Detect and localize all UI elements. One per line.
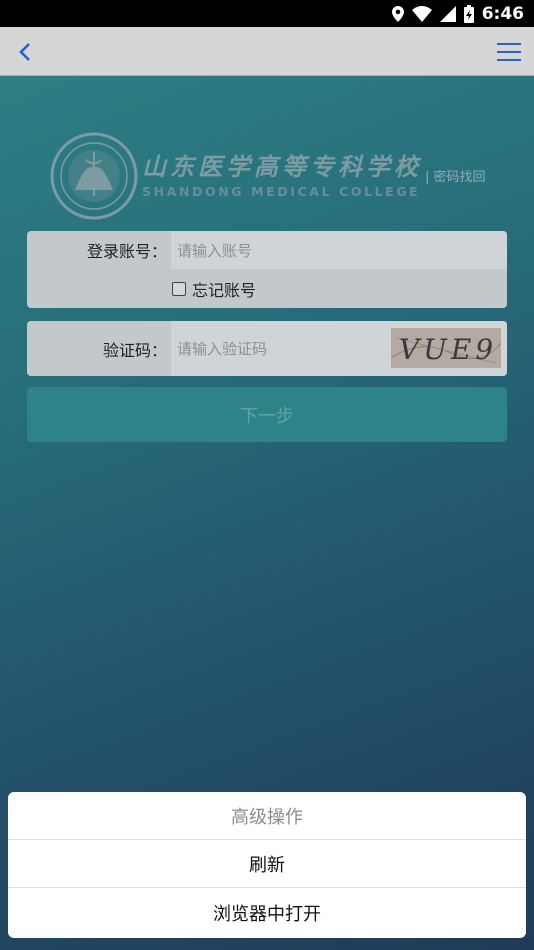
school-seal-icon <box>50 132 138 220</box>
password-recovery-link[interactable]: | 密码找回 <box>425 166 486 185</box>
chevron-left-icon <box>19 43 30 61</box>
forget-account-label: 忘记账号 <box>192 280 257 300</box>
account-card: 登录账号： 请输入账号 忘记账号 <box>27 231 507 308</box>
school-name-cn: 山东医学高等专科学校 <box>142 152 422 181</box>
next-step-button[interactable]: 下一步 <box>27 387 507 442</box>
menu-button[interactable] <box>496 39 522 65</box>
captcha-label: 验证码： <box>102 340 167 360</box>
account-input[interactable]: 请输入账号 <box>171 231 507 269</box>
action-sheet-title: 高级操作 <box>8 792 526 840</box>
forget-account-option[interactable]: 忘记账号 <box>27 269 507 308</box>
app-bar <box>0 27 534 76</box>
refresh-option[interactable]: 刷新 <box>8 840 526 888</box>
location-icon <box>391 5 404 22</box>
battery-charging-icon <box>463 4 474 23</box>
account-label: 登录账号： <box>86 242 167 261</box>
captcha-text: VUE9 <box>399 333 497 366</box>
wifi-icon <box>411 5 432 22</box>
signal-icon <box>439 5 456 22</box>
status-bar: 6:46 <box>0 0 534 27</box>
school-name-en: SHANDONG MEDICAL COLLEGE <box>142 184 421 199</box>
captcha-image[interactable]: VUE9 <box>391 328 501 368</box>
school-title-block: 山东医学高等专科学校 SHANDONG MEDICAL COLLEGE <box>142 152 422 200</box>
action-sheet: 高级操作 刷新 浏览器中打开 <box>8 792 526 938</box>
status-time: 6:46 <box>481 3 524 24</box>
captcha-card: 验证码： 请输入验证码 VUE9 <box>27 321 507 376</box>
open-in-browser-option[interactable]: 浏览器中打开 <box>8 888 526 938</box>
hamburger-menu-icon <box>497 43 521 61</box>
back-button[interactable] <box>12 39 38 65</box>
forget-account-checkbox[interactable] <box>172 281 186 296</box>
